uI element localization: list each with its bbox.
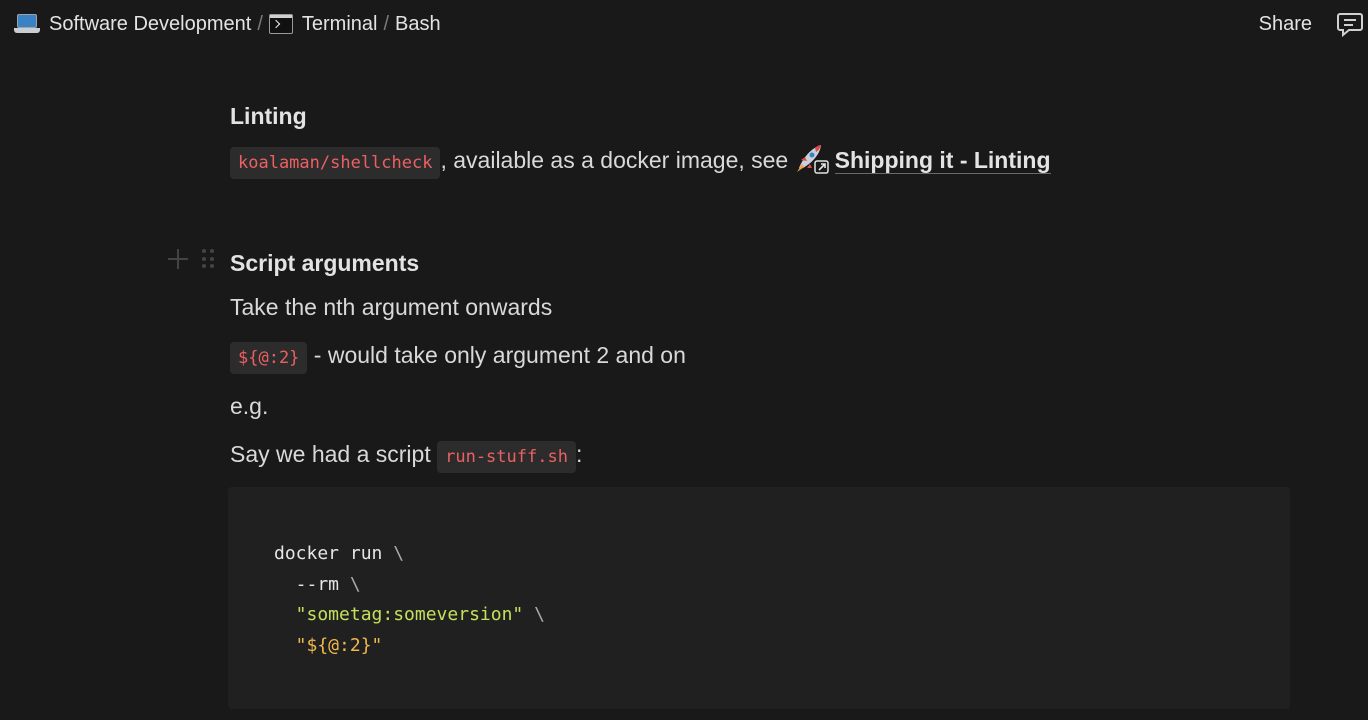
code-token: "sometag:someversion" xyxy=(274,604,524,625)
heading-script-arguments: Script arguments xyxy=(168,243,1290,283)
terminal-icon xyxy=(268,14,293,34)
linting-paragraph: koalaman/shellcheck, available as a dock… xyxy=(230,136,1290,187)
paragraph-text-end: : xyxy=(575,441,583,467)
breadcrumb: Software Development / Terminal / Bash xyxy=(0,13,445,36)
code-token: docker run xyxy=(274,543,394,564)
rocket-icon xyxy=(795,142,829,174)
paragraph-arg-2: ${@:2} - would take only argument 2 and … xyxy=(230,331,1290,382)
code-block[interactable]: docker run \ --rm \ "sometag:someversion… xyxy=(228,487,1290,709)
breadcrumb-separator: / xyxy=(257,12,263,35)
paragraph-nth-argument: Take the nth argument onwards xyxy=(230,294,553,320)
comment-icon[interactable] xyxy=(1336,10,1364,38)
breadcrumb-separator: / xyxy=(383,12,390,35)
header-actions: Share xyxy=(1259,10,1368,38)
code-line: --rm \ xyxy=(274,570,1290,601)
shipping-it-link-label: Shipping it - Linting xyxy=(834,147,1051,174)
breadcrumb-label: Bash xyxy=(395,12,441,35)
breadcrumb-item-terminal[interactable]: Terminal xyxy=(265,13,382,36)
code-line: docker run \ xyxy=(274,539,1290,570)
paragraph-text: - would take only argument 2 and on xyxy=(307,342,686,368)
code-line: "sometag:someversion" \ xyxy=(274,600,1290,631)
code-token: "${@:2}" xyxy=(274,634,383,656)
code-token: --rm xyxy=(274,573,350,595)
code-line: "${@:2}" xyxy=(274,631,1290,662)
code-token: \ xyxy=(523,604,545,625)
code-token: \ xyxy=(349,573,361,595)
share-button[interactable]: Share xyxy=(1259,13,1312,36)
breadcrumb-label: Software Development xyxy=(49,12,252,35)
paragraph-text: Say we had a script xyxy=(230,441,438,467)
block-gutter xyxy=(168,249,214,269)
inline-code-script-name: run-stuff.sh xyxy=(437,441,576,473)
laptop-icon xyxy=(14,14,40,34)
breadcrumb-item-bash[interactable]: Bash xyxy=(391,13,445,36)
breadcrumb-item-software-development[interactable]: Software Development xyxy=(10,13,255,36)
paragraph-eg: e.g. xyxy=(230,393,269,419)
heading-text: Script arguments xyxy=(230,250,420,276)
inline-code-arg: ${@:2} xyxy=(230,342,308,374)
paragraph-script: Say we had a script run-stuff.sh: xyxy=(230,430,1290,481)
heading-linting: Linting xyxy=(230,103,307,129)
plus-icon[interactable] xyxy=(168,249,188,269)
shipping-it-link[interactable]: Shipping it - Linting xyxy=(795,145,1051,174)
inline-code-shellcheck: koalaman/shellcheck xyxy=(230,147,441,179)
linting-text: , available as a docker image, see xyxy=(440,147,795,173)
top-bar: Software Development / Terminal / Bash S… xyxy=(0,0,1368,48)
drag-handle-icon[interactable] xyxy=(202,249,214,269)
code-token: \ xyxy=(393,543,405,564)
page-content: Linting koalaman/shellcheck, available a… xyxy=(168,96,1290,709)
breadcrumb-label: Terminal xyxy=(301,12,378,35)
